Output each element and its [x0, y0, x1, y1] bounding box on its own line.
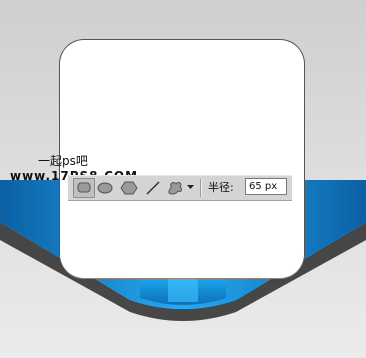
ellipse-tool-button[interactable]	[96, 179, 114, 196]
rounded-rect-icon	[77, 182, 91, 193]
ribbon-highlight	[168, 278, 198, 302]
chevron-down-icon	[187, 185, 194, 189]
custom-shape-icon	[168, 182, 182, 195]
radius-input[interactable]	[245, 178, 287, 195]
shape-options-bar: 半径:	[68, 175, 292, 201]
polygon-tool-button[interactable]	[120, 179, 138, 196]
custom-shape-tool-button[interactable]	[166, 179, 194, 196]
rounded-rect-tool-button[interactable]	[73, 178, 95, 198]
line-icon	[146, 181, 160, 195]
canvas: 一起ps吧 www.17PS8.COM	[0, 0, 366, 358]
white-rounded-card	[60, 40, 304, 278]
polygon-icon	[120, 181, 138, 195]
line-tool-button[interactable]	[144, 179, 162, 196]
toolbar-divider	[200, 179, 201, 197]
radius-label: 半径:	[208, 181, 234, 194]
ellipse-icon	[97, 182, 113, 194]
watermark-title: 一起ps吧	[38, 154, 88, 168]
